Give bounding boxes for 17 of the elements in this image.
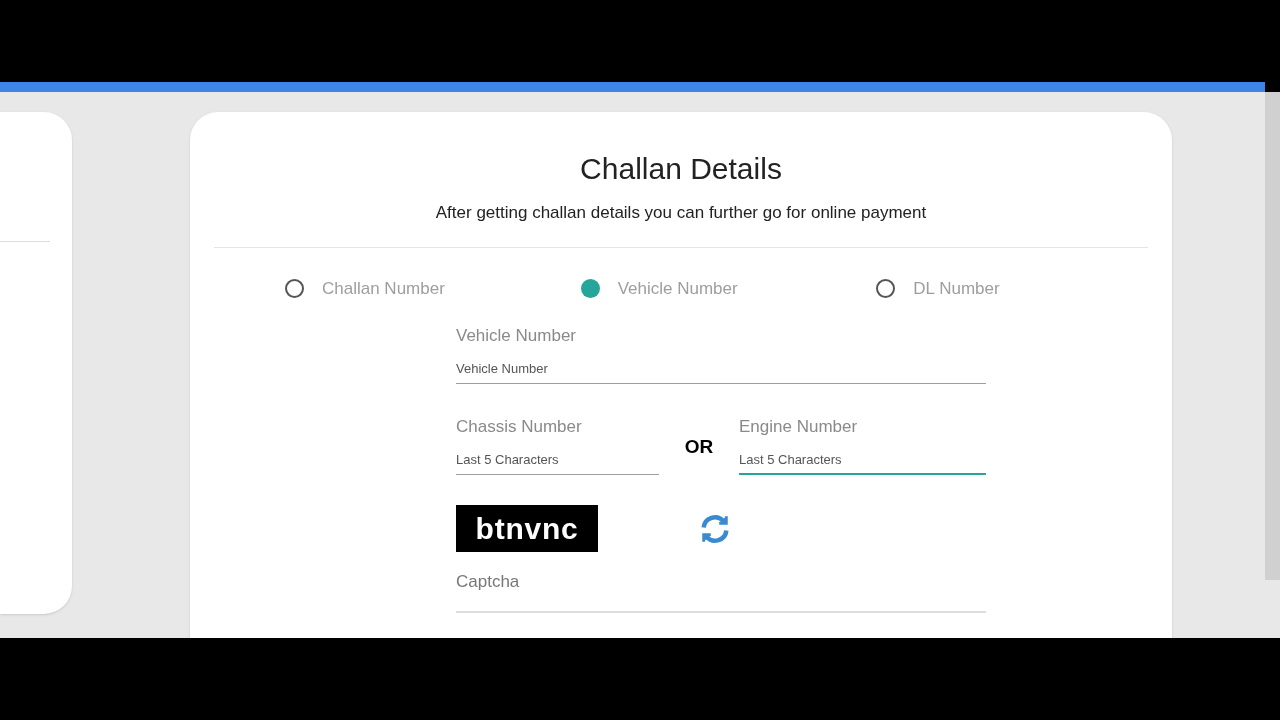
card-title: Challan Details bbox=[580, 151, 782, 187]
input-field[interactable]: Last 5 Characters bbox=[456, 445, 659, 475]
captcha-image: btnvnc bbox=[456, 505, 598, 552]
field-label: Chassis Number bbox=[456, 415, 583, 437]
input-field[interactable]: Vehicle Number bbox=[456, 353, 986, 384]
radio-button[interactable] bbox=[285, 279, 304, 299]
field-label: Captcha bbox=[456, 571, 521, 593]
field-label: Engine Number bbox=[739, 415, 859, 437]
radio-label: Challan Number bbox=[322, 278, 445, 300]
field-label: Vehicle Number bbox=[456, 324, 577, 346]
input-field[interactable]: Last 5 Characters bbox=[739, 445, 986, 475]
radio-button[interactable] bbox=[876, 279, 896, 299]
card-subtitle: After getting challan details you can further go for online payment bbox=[435, 201, 927, 224]
radio-label: DL Number bbox=[913, 278, 1000, 300]
radio-label: Vehicle Number bbox=[617, 278, 738, 300]
or-separator: OR bbox=[683, 435, 715, 460]
radio-button[interactable] bbox=[580, 279, 600, 299]
